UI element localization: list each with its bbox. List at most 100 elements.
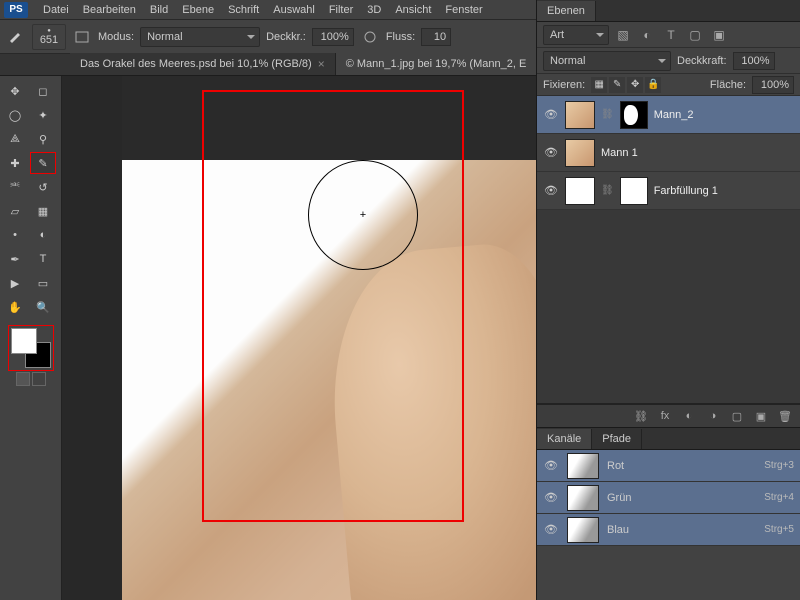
- tab-kanaele[interactable]: Kanäle: [537, 429, 592, 449]
- fill-input[interactable]: 100%: [752, 76, 794, 94]
- filter-type-icon[interactable]: T: [661, 26, 681, 44]
- shape-tool[interactable]: ▭: [30, 272, 56, 294]
- menu-3d[interactable]: 3D: [360, 4, 388, 16]
- lock-all-icon[interactable]: 🔒: [645, 77, 661, 93]
- marquee-tool[interactable]: ◻: [30, 80, 56, 102]
- channel-gruen[interactable]: 👁 Grün Strg+4: [537, 482, 800, 514]
- add-mask-icon[interactable]: ◐: [680, 408, 698, 424]
- tool-preset-icon[interactable]: [6, 27, 26, 47]
- filter-pixel-icon[interactable]: ▧: [613, 26, 633, 44]
- canvas[interactable]: [62, 76, 536, 600]
- healing-tool[interactable]: ✚: [2, 152, 28, 174]
- wand-tool[interactable]: ✦: [30, 104, 56, 126]
- link-layers-icon[interactable]: ⛓: [632, 408, 650, 424]
- link-icon[interactable]: ⛓: [601, 185, 614, 196]
- foreground-color[interactable]: [11, 328, 37, 354]
- menu-schrift[interactable]: Schrift: [221, 4, 266, 16]
- filter-shape-icon[interactable]: ▢: [685, 26, 705, 44]
- workspace: ✥◻ ◯✦ ⟁⚲ ✚✎ ⎃↺ ▱▦ •◐ ✒T ▶▭ ✋🔍: [0, 76, 536, 600]
- blur-tool[interactable]: •: [2, 224, 28, 246]
- pressure-opacity-icon[interactable]: [360, 27, 380, 47]
- lock-transparent-icon[interactable]: ▦: [591, 77, 607, 93]
- layer-name[interactable]: Mann_2: [654, 109, 694, 121]
- quickmask-toggle[interactable]: [2, 372, 59, 386]
- channel-blau[interactable]: 👁 Blau Strg+5: [537, 514, 800, 546]
- eyedropper-tool[interactable]: ⚲: [30, 128, 56, 150]
- channel-shortcut: Strg+5: [764, 524, 794, 535]
- gradient-tool[interactable]: ▦: [30, 200, 56, 222]
- channel-thumb: [567, 485, 599, 511]
- tab-orakel[interactable]: Das Orakel des Meeres.psd bei 10,1% (RGB…: [70, 53, 336, 75]
- layer-opacity-input[interactable]: 100%: [733, 52, 775, 70]
- close-icon[interactable]: ×: [318, 57, 325, 71]
- link-icon[interactable]: ⛓: [601, 109, 614, 120]
- visibility-icon[interactable]: 👁: [543, 459, 559, 472]
- stamp-tool[interactable]: ⎃: [2, 176, 28, 198]
- layer-mask[interactable]: [620, 177, 648, 205]
- visibility-icon[interactable]: 👁: [543, 523, 559, 536]
- visibility-icon[interactable]: 👁: [543, 108, 559, 121]
- flow-input[interactable]: 10: [421, 28, 451, 46]
- fx-icon[interactable]: fx: [656, 408, 674, 424]
- brush-tool[interactable]: ✎: [30, 152, 56, 174]
- tab-pfade[interactable]: Pfade: [592, 429, 642, 449]
- tab-ebenen[interactable]: Ebenen: [537, 1, 596, 21]
- tab-mann1[interactable]: © Mann_1.jpg bei 19,7% (Mann_2, E: [336, 53, 538, 75]
- menu-datei[interactable]: Datei: [36, 4, 76, 16]
- channel-name: Blau: [607, 524, 629, 536]
- layer-thumb[interactable]: [565, 139, 595, 167]
- menu-ansicht[interactable]: Ansicht: [388, 4, 438, 16]
- layer-filter-dropdown[interactable]: Art: [543, 25, 609, 45]
- channels-list: 👁 Rot Strg+3 👁 Grün Strg+4 👁 Blau Strg+5: [537, 450, 800, 600]
- color-swatches[interactable]: [11, 328, 51, 368]
- panels: Ebenen Art ▧ ◐ T ▢ ▣ Normal Deckkraft: 1…: [536, 0, 800, 600]
- pen-tool[interactable]: ✒: [2, 248, 28, 270]
- visibility-icon[interactable]: 👁: [543, 184, 559, 197]
- layer-thumb[interactable]: [565, 101, 595, 129]
- brush-preset-picker[interactable]: 651: [32, 24, 66, 50]
- filter-smart-icon[interactable]: ▣: [709, 26, 729, 44]
- eraser-tool[interactable]: ▱: [2, 200, 28, 222]
- layer-name[interactable]: Farbfüllung 1: [654, 185, 718, 197]
- group-icon[interactable]: ▢: [728, 408, 746, 424]
- channel-name: Grün: [607, 492, 631, 504]
- opacity-label: Deckkr.:: [266, 31, 306, 43]
- visibility-icon[interactable]: 👁: [543, 146, 559, 159]
- path-select-tool[interactable]: ▶: [2, 272, 28, 294]
- hand-tool[interactable]: ✋: [2, 296, 28, 318]
- layer-farbfuellung[interactable]: 👁 ⛓ Farbfüllung 1: [537, 172, 800, 210]
- new-layer-icon[interactable]: ▣: [752, 408, 770, 424]
- opacity-input[interactable]: 100%: [312, 28, 354, 46]
- lasso-tool[interactable]: ◯: [2, 104, 28, 126]
- menu-bild[interactable]: Bild: [143, 4, 175, 16]
- brush-panel-toggle-icon[interactable]: [72, 27, 92, 47]
- adjustment-icon[interactable]: ◑: [704, 408, 722, 424]
- layer-mann2[interactable]: 👁 ⛓ Mann_2: [537, 96, 800, 134]
- lock-position-icon[interactable]: ✥: [627, 77, 643, 93]
- zoom-tool[interactable]: 🔍: [30, 296, 56, 318]
- history-brush-tool[interactable]: ↺: [30, 176, 56, 198]
- menu-bearbeiten[interactable]: Bearbeiten: [76, 4, 143, 16]
- flow-label: Fluss:: [386, 31, 415, 43]
- layer-mann1[interactable]: 👁 Mann 1: [537, 134, 800, 172]
- crop-tool[interactable]: ⟁: [2, 128, 28, 150]
- annotation-rectangle: [202, 90, 464, 522]
- layer-mask[interactable]: [620, 101, 648, 129]
- blend-mode-dropdown[interactable]: Normal: [140, 27, 260, 47]
- visibility-icon[interactable]: 👁: [543, 491, 559, 504]
- menu-filter[interactable]: Filter: [322, 4, 360, 16]
- trash-icon[interactable]: 🗑: [776, 408, 794, 424]
- brush-size-value: 651: [40, 34, 58, 46]
- menu-ebene[interactable]: Ebene: [175, 4, 221, 16]
- menu-fenster[interactable]: Fenster: [438, 4, 489, 16]
- filter-adjust-icon[interactable]: ◐: [637, 26, 657, 44]
- dodge-tool[interactable]: ◐: [30, 224, 56, 246]
- lock-pixels-icon[interactable]: ✎: [609, 77, 625, 93]
- channel-rot[interactable]: 👁 Rot Strg+3: [537, 450, 800, 482]
- move-tool[interactable]: ✥: [2, 80, 28, 102]
- layer-blend-dropdown[interactable]: Normal: [543, 51, 671, 71]
- menu-auswahl[interactable]: Auswahl: [266, 4, 322, 16]
- type-tool[interactable]: T: [30, 248, 56, 270]
- layer-name[interactable]: Mann 1: [601, 147, 638, 159]
- layer-thumb[interactable]: [565, 177, 595, 205]
